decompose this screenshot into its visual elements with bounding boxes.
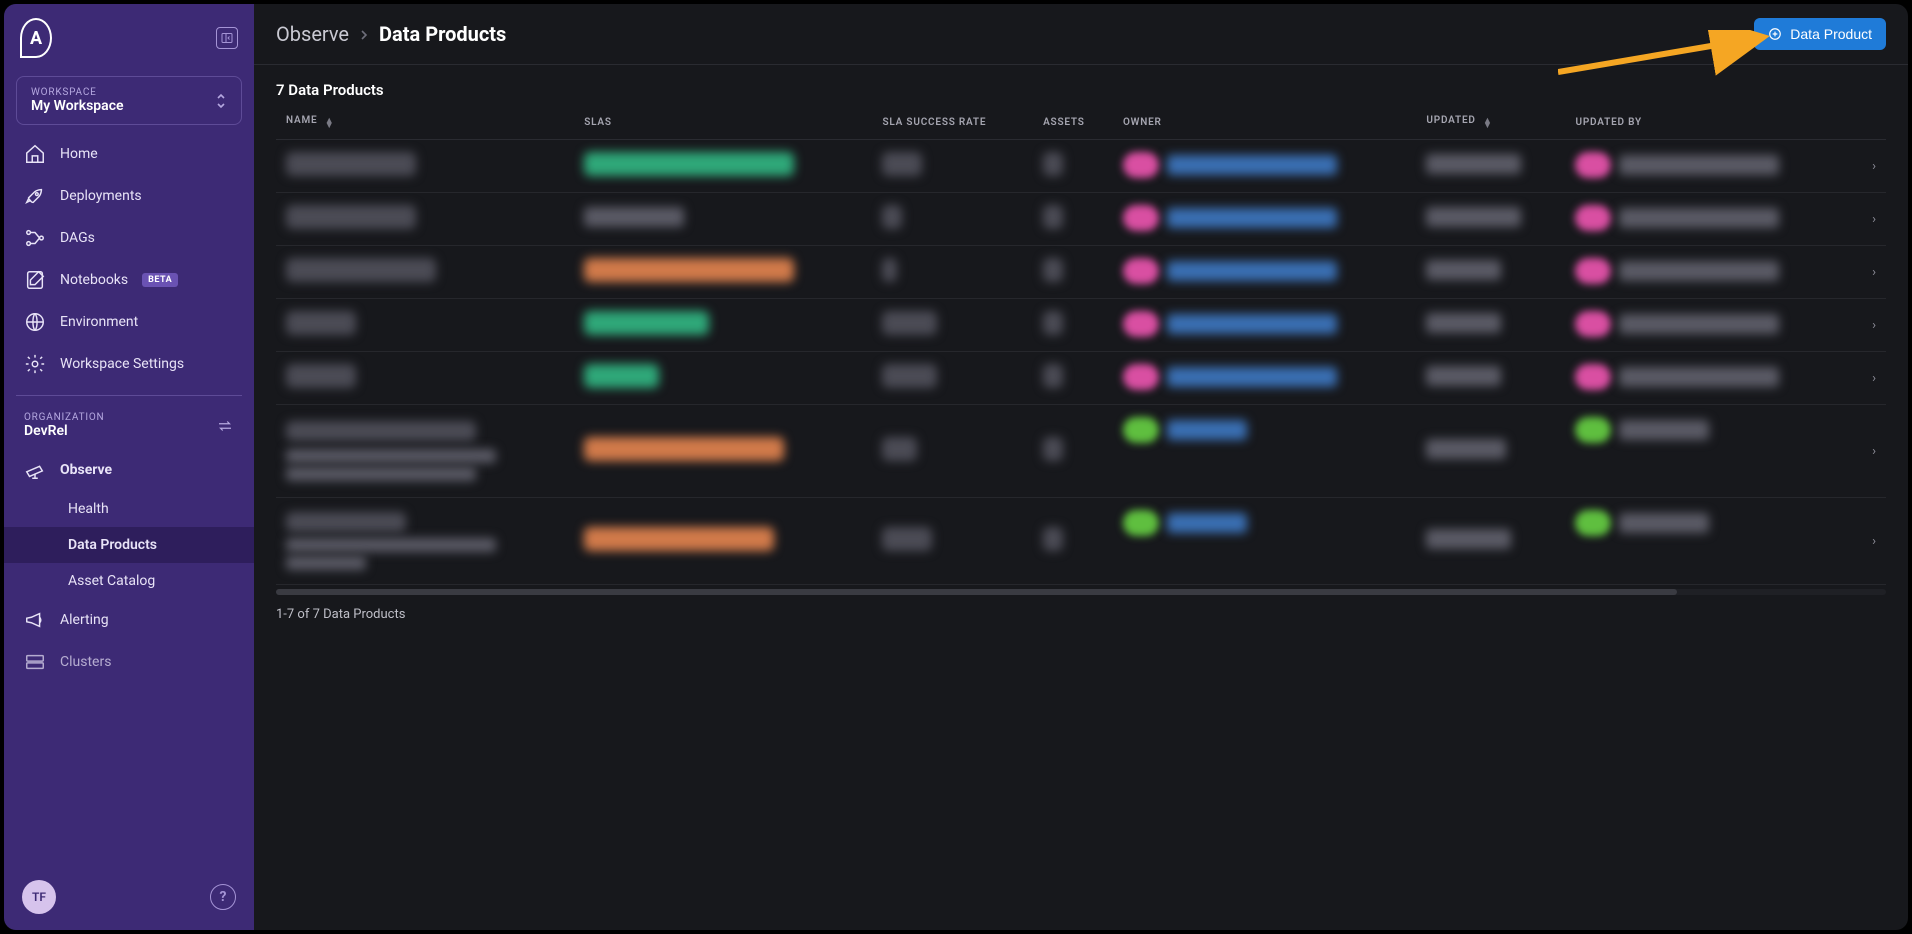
result-range: 1-7 of 7 Data Products	[276, 607, 1886, 622]
sidebar-item-label: Notebooks	[60, 272, 128, 288]
chevron-right-icon: ›	[1856, 352, 1886, 405]
main-content: Observe Data Products Data Product 7 Dat…	[254, 4, 1908, 930]
sidebar-item-notebooks[interactable]: Notebooks BETA	[4, 259, 254, 301]
updown-chevron-icon	[215, 93, 227, 109]
collapse-sidebar-button[interactable]	[216, 27, 238, 49]
chevron-right-icon: ›	[1856, 299, 1886, 352]
sidebar-item-label: Workspace Settings	[60, 356, 184, 372]
col-owner[interactable]: OWNER	[1113, 107, 1416, 140]
app-logo: A	[20, 18, 52, 58]
sidebar-item-label: Environment	[60, 314, 138, 330]
chevron-right-icon: ›	[1856, 246, 1886, 299]
table-row[interactable]: ›	[276, 193, 1886, 246]
plus-circle-icon	[1768, 27, 1782, 41]
sidebar-item-label: Clusters	[60, 654, 111, 670]
sidebar-item-workspace-settings[interactable]: Workspace Settings	[4, 343, 254, 385]
nav-divider	[16, 395, 242, 396]
sidebar-item-label: DAGs	[60, 230, 95, 246]
telescope-icon	[24, 459, 46, 481]
sidebar-item-label: Observe	[60, 462, 112, 478]
table-row[interactable]: ›	[276, 405, 1886, 498]
sidebar-item-label: Deployments	[60, 188, 142, 204]
dag-icon	[24, 227, 46, 249]
col-assets[interactable]: ASSETS	[1033, 107, 1113, 140]
sidebar-item-label: Home	[60, 146, 98, 162]
col-name[interactable]: NAME ▲▼	[276, 107, 574, 140]
sidebar-item-clusters[interactable]: Clusters	[4, 641, 254, 683]
sidebar: A WORKSPACE My Workspace Home Deployme	[4, 4, 254, 930]
org-name: DevRel	[24, 423, 104, 439]
home-icon	[24, 143, 46, 165]
col-sla-success[interactable]: SLA SUCCESS RATE	[872, 107, 1033, 140]
horizontal-scrollbar[interactable]	[276, 589, 1886, 595]
chevron-right-icon: ›	[1856, 498, 1886, 585]
table-row[interactable]: ›	[276, 246, 1886, 299]
col-slas[interactable]: SLAS	[574, 107, 872, 140]
sidebar-item-dags[interactable]: DAGs	[4, 217, 254, 259]
table-row[interactable]: ›	[276, 140, 1886, 193]
sort-icon: ▲▼	[325, 119, 335, 129]
workspace-name: My Workspace	[31, 98, 124, 114]
new-data-product-button[interactable]: Data Product	[1754, 18, 1886, 50]
user-initials: TF	[32, 890, 46, 904]
sidebar-item-home[interactable]: Home	[4, 133, 254, 175]
data-products-table: NAME ▲▼ SLAS SLA SUCCESS RATE ASSETS OWN…	[276, 107, 1886, 585]
col-updated-by[interactable]: UPDATED BY	[1565, 107, 1856, 140]
sidebar-item-observe[interactable]: Observe	[4, 449, 254, 491]
chevron-right-icon: ›	[1856, 405, 1886, 498]
sidebar-item-deployments[interactable]: Deployments	[4, 175, 254, 217]
beta-badge: BETA	[142, 273, 178, 287]
sidebar-item-health[interactable]: Health	[4, 491, 254, 527]
sidebar-item-label: Health	[68, 501, 109, 517]
sort-icon: ▲▼	[1483, 119, 1493, 129]
sidebar-item-alerting[interactable]: Alerting	[4, 599, 254, 641]
swap-icon	[216, 417, 234, 435]
col-updated[interactable]: UPDATED ▲▼	[1416, 107, 1565, 140]
chevron-right-icon	[359, 22, 369, 46]
help-button[interactable]: ?	[210, 884, 236, 910]
result-count: 7 Data Products	[276, 81, 1886, 99]
sidebar-item-asset-catalog[interactable]: Asset Catalog	[4, 563, 254, 599]
org-header[interactable]: ORGANIZATION DevRel	[4, 406, 254, 443]
breadcrumb-root[interactable]: Observe	[276, 22, 349, 46]
sidebar-item-label: Data Products	[68, 537, 157, 553]
org-caption: ORGANIZATION	[24, 412, 104, 423]
workspace-caption: WORKSPACE	[31, 87, 124, 98]
table-row[interactable]: ›	[276, 352, 1886, 405]
rocket-icon	[24, 185, 46, 207]
gear-icon	[24, 353, 46, 375]
workspace-selector[interactable]: WORKSPACE My Workspace	[16, 76, 242, 125]
sidebar-item-label: Alerting	[60, 612, 109, 628]
table-row[interactable]: ›	[276, 498, 1886, 585]
chevron-right-icon: ›	[1856, 193, 1886, 246]
topbar: Observe Data Products Data Product	[254, 4, 1908, 65]
button-label: Data Product	[1790, 26, 1872, 42]
megaphone-icon	[24, 609, 46, 631]
table-row[interactable]: ›	[276, 299, 1886, 352]
cluster-icon	[24, 651, 46, 673]
sidebar-item-data-products[interactable]: Data Products	[4, 527, 254, 563]
breadcrumb-leaf: Data Products	[379, 22, 506, 46]
sidebar-item-label: Asset Catalog	[68, 573, 155, 589]
breadcrumb: Observe Data Products	[276, 22, 506, 46]
globe-icon	[24, 311, 46, 333]
chevron-right-icon: ›	[1856, 140, 1886, 193]
notebook-icon	[24, 269, 46, 291]
user-avatar[interactable]: TF	[22, 880, 56, 914]
sidebar-item-environment[interactable]: Environment	[4, 301, 254, 343]
